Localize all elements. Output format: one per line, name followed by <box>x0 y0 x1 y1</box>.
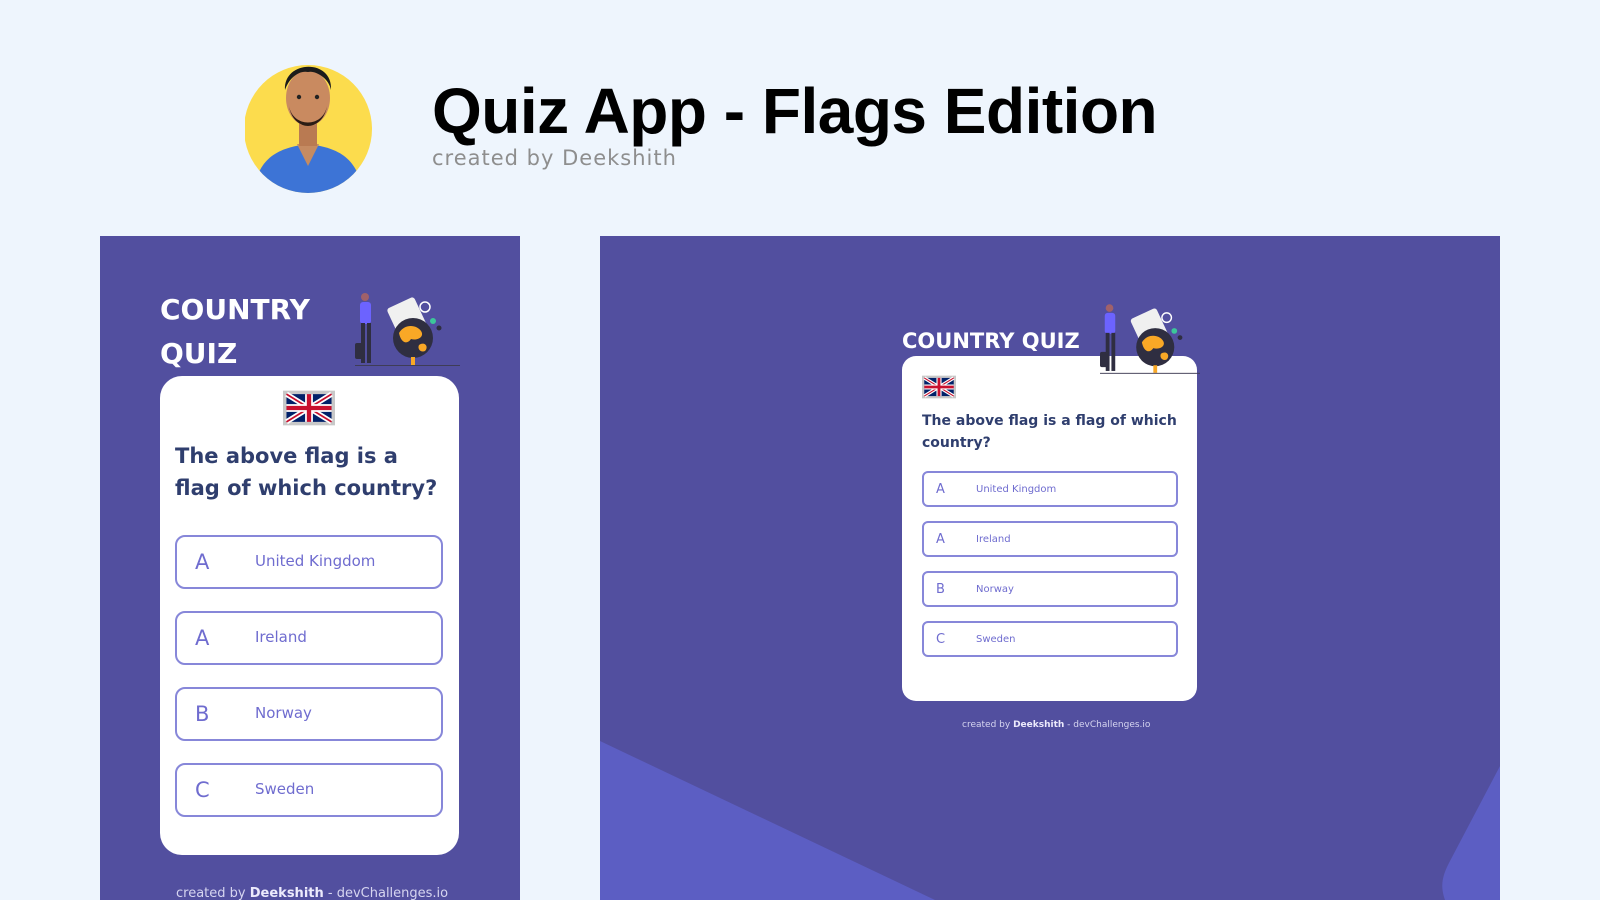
page-title: Quiz App - Flags Edition <box>432 75 1158 147</box>
footer-author-link[interactable]: Deekshith <box>250 886 324 900</box>
traveler-globe-illustration <box>1100 304 1200 376</box>
mobile-preview-panel: COUNTRY QUIZ The above flag is a flag of… <box>100 236 520 900</box>
footer-prefix: created by <box>176 886 246 900</box>
option-label: Sweden <box>255 780 315 798</box>
option-label: Norway <box>255 704 312 722</box>
footer-suffix: - devChallenges.io <box>327 886 449 900</box>
option-letter: B <box>195 702 210 726</box>
option-letter: C <box>195 778 210 802</box>
option-label: United Kingdom <box>976 484 1057 495</box>
quiz-card: The above flag is a flag of which countr… <box>902 356 1197 701</box>
uk-flag-icon <box>283 390 335 426</box>
option-button[interactable]: B Norway <box>175 687 443 741</box>
avatar <box>244 40 375 195</box>
option-button[interactable]: B Norway <box>922 571 1178 607</box>
footer-prefix: created by <box>962 720 1011 730</box>
option-label: United Kingdom <box>255 552 376 570</box>
footer-author-link[interactable]: Deekshith <box>1013 720 1064 730</box>
option-label: Sweden <box>976 634 1016 645</box>
footer-suffix: - devChallenges.io <box>1067 720 1151 730</box>
quiz-title-line-2: QUIZ <box>160 337 238 370</box>
desktop-preview-panel: COUNTRY QUIZ The above flag is a flag of… <box>600 236 1500 900</box>
option-button[interactable]: A United Kingdom <box>175 535 443 589</box>
footer-credit: created by Deekshith - devChallenges.io <box>176 886 448 900</box>
traveler-globe-illustration <box>355 293 460 368</box>
option-button[interactable]: C Sweden <box>175 763 443 817</box>
option-letter: A <box>195 550 210 574</box>
quiz-title: COUNTRY QUIZ <box>902 329 1080 353</box>
option-button[interactable]: A Ireland <box>922 521 1178 557</box>
option-label: Norway <box>976 584 1014 595</box>
option-letter: A <box>936 532 945 547</box>
option-label: Ireland <box>976 534 1011 545</box>
quiz-title: COUNTRY QUIZ <box>160 288 350 376</box>
option-letter: B <box>936 582 945 597</box>
option-button[interactable]: A Ireland <box>175 611 443 665</box>
option-button[interactable]: C Sweden <box>922 621 1178 657</box>
quiz-card: The above flag is a flag of which countr… <box>160 376 459 855</box>
question-text: The above flag is a flag of which countr… <box>922 413 1177 451</box>
quiz-title-line-1: COUNTRY <box>160 293 310 326</box>
uk-flag-icon <box>922 375 956 399</box>
question-text: The above flag is a flag of which countr… <box>175 444 438 500</box>
option-letter: A <box>195 626 210 650</box>
option-label: Ireland <box>255 628 307 646</box>
option-letter: C <box>936 632 946 647</box>
page-subtitle: created by Deekshith <box>432 146 677 170</box>
option-letter: A <box>936 482 945 497</box>
footer-credit: created by Deekshith - devChallenges.io <box>962 720 1150 730</box>
option-button[interactable]: A United Kingdom <box>922 471 1178 507</box>
